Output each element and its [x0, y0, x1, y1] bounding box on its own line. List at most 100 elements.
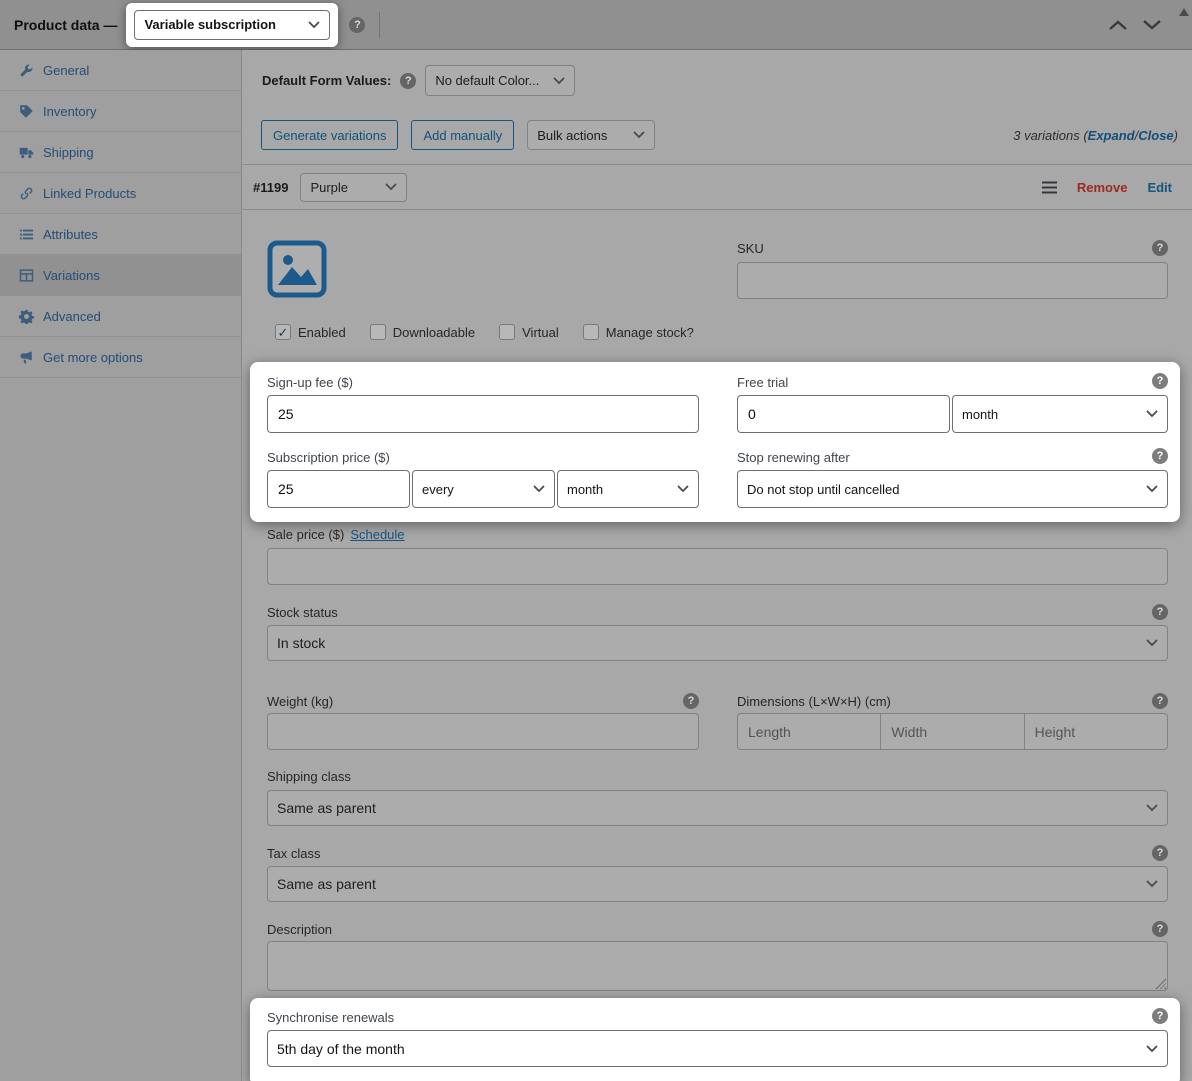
signup-fee-input[interactable] — [267, 395, 699, 433]
generate-variations-button[interactable]: Generate variations — [261, 120, 399, 150]
chevron-up-icon[interactable] — [1108, 19, 1128, 31]
menu-icon[interactable] — [1041, 181, 1057, 194]
subscription-period-select[interactable]: month — [557, 470, 699, 508]
default-color-select[interactable]: No default Color... — [425, 65, 576, 96]
megaphone-icon — [19, 350, 34, 365]
chevron-down-icon — [677, 485, 689, 493]
close-link[interactable]: Close — [1138, 128, 1173, 143]
variation-image-button[interactable] — [267, 240, 327, 298]
help-icon[interactable]: ? — [1152, 693, 1168, 709]
chevron-down-icon — [533, 485, 545, 493]
help-icon[interactable]: ? — [1152, 845, 1168, 861]
downloadable-checkbox[interactable]: Downloadable — [369, 324, 476, 340]
description-textarea[interactable] — [267, 941, 1168, 991]
virtual-checkbox[interactable]: Virtual — [499, 324, 559, 340]
sale-price-input[interactable] — [267, 548, 1168, 585]
synchronise-renewals-label: Synchronise renewals — [267, 1010, 395, 1025]
enabled-checkbox[interactable]: Enabled — [275, 324, 346, 340]
free-trial-label: Free trial — [737, 375, 789, 390]
expand-link[interactable]: Expand — [1088, 128, 1135, 143]
sidebar-item-inventory[interactable]: Inventory — [0, 91, 241, 132]
help-icon[interactable]: ? — [400, 72, 417, 89]
help-icon[interactable]: ? — [1152, 1008, 1168, 1024]
width-input[interactable] — [880, 713, 1025, 750]
sidebar-item-label: Variations — [43, 267, 100, 283]
chevron-down-icon[interactable] — [1142, 19, 1162, 31]
help-icon[interactable]: ? — [1152, 448, 1168, 464]
product-type-highlight: Variable subscription — [126, 2, 339, 47]
stock-status-label-row: Stock status ? — [267, 604, 1168, 620]
free-trial-period-select[interactable]: month — [952, 395, 1168, 433]
checkbox-label: Downloadable — [392, 324, 476, 340]
checkbox-icon — [499, 324, 516, 340]
weight-input[interactable] — [267, 713, 699, 750]
height-input[interactable] — [1023, 713, 1168, 750]
checkbox-checked-icon — [275, 324, 291, 340]
variation-row-header: #1199 Purple Remove Edit — [242, 164, 1192, 210]
tax-class-select[interactable]: Same as parent — [267, 866, 1168, 902]
help-icon[interactable]: ? — [349, 16, 366, 33]
scroll-up-icon[interactable] — [1179, 8, 1189, 16]
tax-class-label-row: Tax class ? — [267, 845, 1168, 861]
variations-toolbar: Generate variations Add manually Bulk ac… — [261, 120, 656, 150]
subscription-interval-select[interactable]: every — [412, 470, 555, 508]
dimensions-label-row: Dimensions (L×W×H) (cm) ? — [737, 693, 1168, 709]
subscription-price-input[interactable] — [267, 470, 410, 508]
product-data-header: Product data — Variable subscription ? — [0, 0, 1192, 50]
wrench-icon — [19, 63, 34, 78]
metabox-controls — [1108, 19, 1192, 31]
length-input[interactable] — [737, 713, 882, 750]
shipping-class-label: Shipping class — [267, 769, 351, 784]
product-type-value: Variable subscription — [144, 17, 276, 32]
checkbox-label: Virtual — [522, 324, 559, 340]
sidebar-item-label: Attributes — [43, 226, 98, 242]
bulk-actions-select[interactable]: Bulk actions — [527, 120, 656, 150]
help-icon[interactable]: ? — [1152, 373, 1168, 389]
help-icon[interactable]: ? — [1152, 921, 1168, 937]
chevron-down-icon — [1146, 410, 1158, 418]
sale-price-label: Sale price ($) — [267, 527, 345, 542]
checkbox-icon — [582, 324, 599, 340]
tax-class-value: Same as parent — [277, 876, 376, 892]
manage-stock-checkbox[interactable]: Manage stock? — [582, 324, 694, 340]
stock-status-select[interactable]: In stock — [267, 625, 1168, 661]
remove-link[interactable]: Remove — [1077, 180, 1128, 195]
sku-input[interactable] — [737, 262, 1168, 299]
help-icon[interactable]: ? — [1152, 240, 1168, 256]
sidebar-item-linked-products[interactable]: Linked Products — [0, 173, 241, 214]
chevron-down-icon — [1146, 485, 1158, 493]
synchronise-renewals-value: 5th day of the month — [277, 1040, 405, 1057]
stock-status-value: In stock — [277, 635, 326, 651]
shipping-class-select[interactable]: Same as parent — [267, 790, 1168, 826]
dimensions-label: Dimensions (L×W×H) (cm) — [737, 693, 891, 709]
stock-status-label: Stock status — [267, 604, 338, 620]
product-data-tabs: General Inventory Shipping Linked Produc… — [0, 50, 242, 1081]
chevron-down-icon — [1146, 639, 1158, 647]
list-icon — [19, 227, 34, 242]
sidebar-item-general[interactable]: General — [0, 50, 241, 91]
tax-class-label: Tax class — [267, 845, 321, 861]
sale-price-label-row: Sale price ($) Schedule — [267, 527, 405, 542]
weight-label: Weight (kg) — [267, 693, 334, 709]
stop-renewing-select[interactable]: Do not stop until cancelled — [737, 470, 1168, 508]
sidebar-item-variations[interactable]: Variations — [0, 255, 241, 296]
product-type-select[interactable]: Variable subscription — [134, 9, 331, 40]
subscription-interval-value: every — [422, 481, 454, 497]
page-title: Product data — — [14, 16, 118, 33]
sidebar-item-label: Advanced — [43, 308, 101, 324]
edit-link[interactable]: Edit — [1147, 180, 1172, 195]
sidebar-item-get-more-options[interactable]: Get more options — [0, 337, 241, 378]
shipping-class-value: Same as parent — [277, 800, 376, 816]
sidebar-item-shipping[interactable]: Shipping — [0, 132, 241, 173]
synchronise-renewals-select[interactable]: 5th day of the month — [267, 1030, 1168, 1067]
free-trial-input[interactable] — [737, 395, 950, 433]
chevron-down-icon — [553, 77, 565, 85]
variation-attribute-select[interactable]: Purple — [300, 172, 408, 202]
help-icon[interactable]: ? — [1152, 604, 1168, 620]
checkbox-icon — [369, 324, 386, 340]
sidebar-item-attributes[interactable]: Attributes — [0, 214, 241, 255]
add-manually-button[interactable]: Add manually — [411, 120, 515, 150]
help-icon[interactable]: ? — [683, 693, 699, 709]
schedule-link[interactable]: Schedule — [350, 527, 404, 542]
sidebar-item-advanced[interactable]: Advanced — [0, 296, 241, 337]
